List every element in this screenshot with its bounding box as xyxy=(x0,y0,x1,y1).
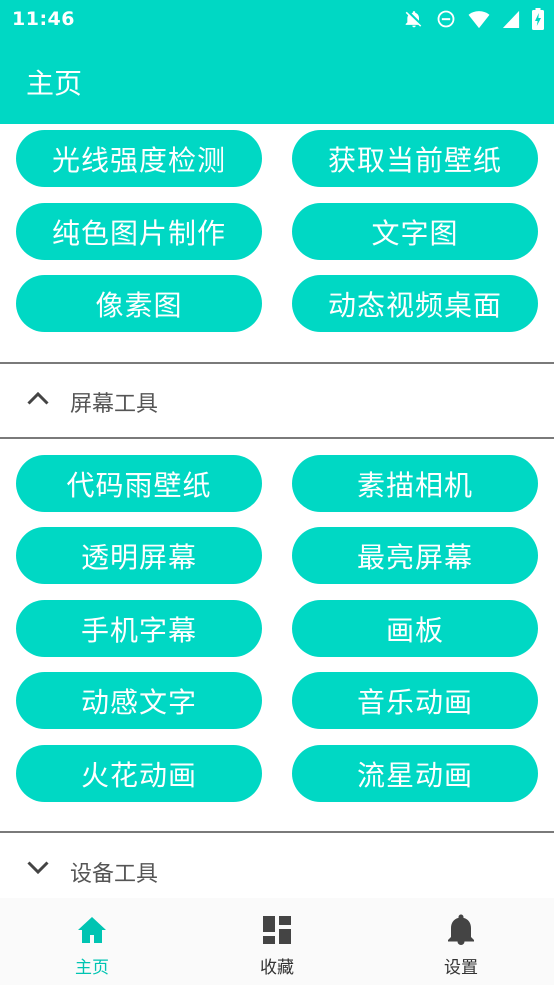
sketch-camera-button[interactable]: 素描相机 xyxy=(292,455,538,512)
music-animation-button[interactable]: 音乐动画 xyxy=(292,672,538,729)
home-icon xyxy=(76,914,108,946)
chevron-down-icon xyxy=(26,860,50,880)
nav-home-label: 主页 xyxy=(75,958,109,978)
dynamic-text-button[interactable]: 动感文字 xyxy=(16,672,262,729)
device-tools-title: 设备工具 xyxy=(70,862,159,887)
chevron-up-icon xyxy=(26,390,50,410)
status-icons xyxy=(404,8,544,30)
content-scroll[interactable]: 光线强度检测 获取当前壁纸 纯色图片制作 文字图 像素图 动态视频桌面 屏幕工具… xyxy=(0,124,554,898)
code-rain-wallpaper-button[interactable]: 代码雨壁纸 xyxy=(16,455,262,512)
app-bar: 主页 xyxy=(0,38,554,124)
text-image-button[interactable]: 文字图 xyxy=(292,203,538,260)
cellular-signal-icon xyxy=(502,9,520,29)
light-sensor-button[interactable]: 光线强度检测 xyxy=(16,130,262,187)
phone-subtitle-button[interactable]: 手机字幕 xyxy=(16,600,262,657)
bottom-navigation: 主页 收藏 设置 xyxy=(0,898,554,985)
get-wallpaper-button[interactable]: 获取当前壁纸 xyxy=(292,130,538,187)
video-wallpaper-button[interactable]: 动态视频桌面 xyxy=(292,275,538,332)
status-bar: 11:46 xyxy=(0,0,554,38)
nav-settings-label: 设置 xyxy=(444,958,478,978)
pixel-art-button[interactable]: 像素图 xyxy=(16,275,262,332)
screen-tools-header[interactable]: 屏幕工具 xyxy=(0,364,554,436)
bell-icon xyxy=(447,914,475,946)
do-not-disturb-icon xyxy=(436,9,456,29)
transparent-screen-button[interactable]: 透明屏幕 xyxy=(16,527,262,584)
screen-tools-title: 屏幕工具 xyxy=(70,392,159,417)
status-time: 11:46 xyxy=(12,8,75,30)
nav-favorites-label: 收藏 xyxy=(260,958,294,978)
drawing-board-button[interactable]: 画板 xyxy=(292,600,538,657)
page-title: 主页 xyxy=(26,67,83,100)
nav-favorites[interactable]: 收藏 xyxy=(185,898,369,985)
wifi-icon xyxy=(468,9,490,29)
nav-home[interactable]: 主页 xyxy=(0,898,184,985)
solid-color-image-button[interactable]: 纯色图片制作 xyxy=(16,203,262,260)
nav-settings[interactable]: 设置 xyxy=(369,898,553,985)
meteor-animation-button[interactable]: 流星动画 xyxy=(292,745,538,802)
spark-animation-button[interactable]: 火花动画 xyxy=(16,745,262,802)
dashboard-icon xyxy=(262,914,292,946)
divider xyxy=(0,437,554,439)
notifications-off-icon xyxy=(404,9,424,29)
divider xyxy=(0,831,554,833)
device-tools-header[interactable]: 设备工具 xyxy=(0,834,554,898)
brightest-screen-button[interactable]: 最亮屏幕 xyxy=(292,527,538,584)
battery-charging-icon xyxy=(532,8,544,30)
